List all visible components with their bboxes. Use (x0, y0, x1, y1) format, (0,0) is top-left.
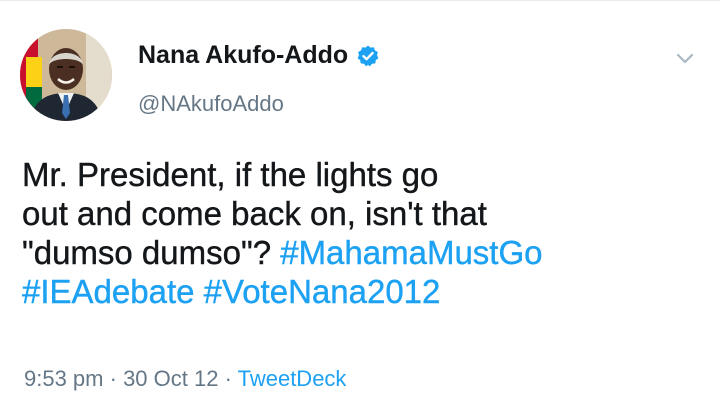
tweet-text-segment: Mr. President, if the lights go (22, 156, 439, 193)
author-name-row: Nana Akufo-Addo (138, 43, 380, 68)
hashtag-link[interactable]: #VoteNana2012 (203, 273, 440, 310)
chevron-down-icon[interactable] (674, 47, 696, 69)
meta-separator: · (103, 366, 124, 391)
tweet-text-line: out and come back on, isn't that (22, 194, 698, 233)
verified-badge-icon (357, 45, 379, 66)
tweet-text-line: #IEAdebate #VoteNana2012 (22, 272, 698, 311)
tweet-text-line: "dumso dumso"? #MahamaMustGo (22, 233, 698, 272)
tweet-date[interactable]: 30 Oct 12 (123, 366, 218, 391)
hashtag-link[interactable]: #MahamaMustGo (280, 234, 543, 271)
tweet-card: Nana Akufo-Addo @NAkufoAddo Mr. Presiden… (0, 0, 720, 407)
tweet-time[interactable]: 9:53 pm (24, 366, 104, 391)
tweet-text-segment: "dumso dumso"? (22, 234, 281, 271)
tweet-metadata: 9:53 pm · 30 Oct 12 · TweetDeck (24, 368, 346, 390)
tweet-source-link[interactable]: TweetDeck (238, 366, 347, 391)
user-handle[interactable]: @NAkufoAddo (138, 93, 284, 115)
avatar-image (20, 29, 112, 121)
avatar[interactable] (20, 29, 112, 121)
tweet-text-segment (194, 273, 203, 310)
tweet-text: Mr. President, if the lights go out and … (22, 155, 698, 311)
tweet-text-segment: out and come back on, isn't that (22, 195, 487, 232)
display-name[interactable]: Nana Akufo-Addo (138, 43, 348, 68)
tweet-text-line: Mr. President, if the lights go (22, 155, 698, 194)
hashtag-link[interactable]: #IEAdebate (22, 273, 195, 310)
meta-separator: · (218, 366, 238, 391)
